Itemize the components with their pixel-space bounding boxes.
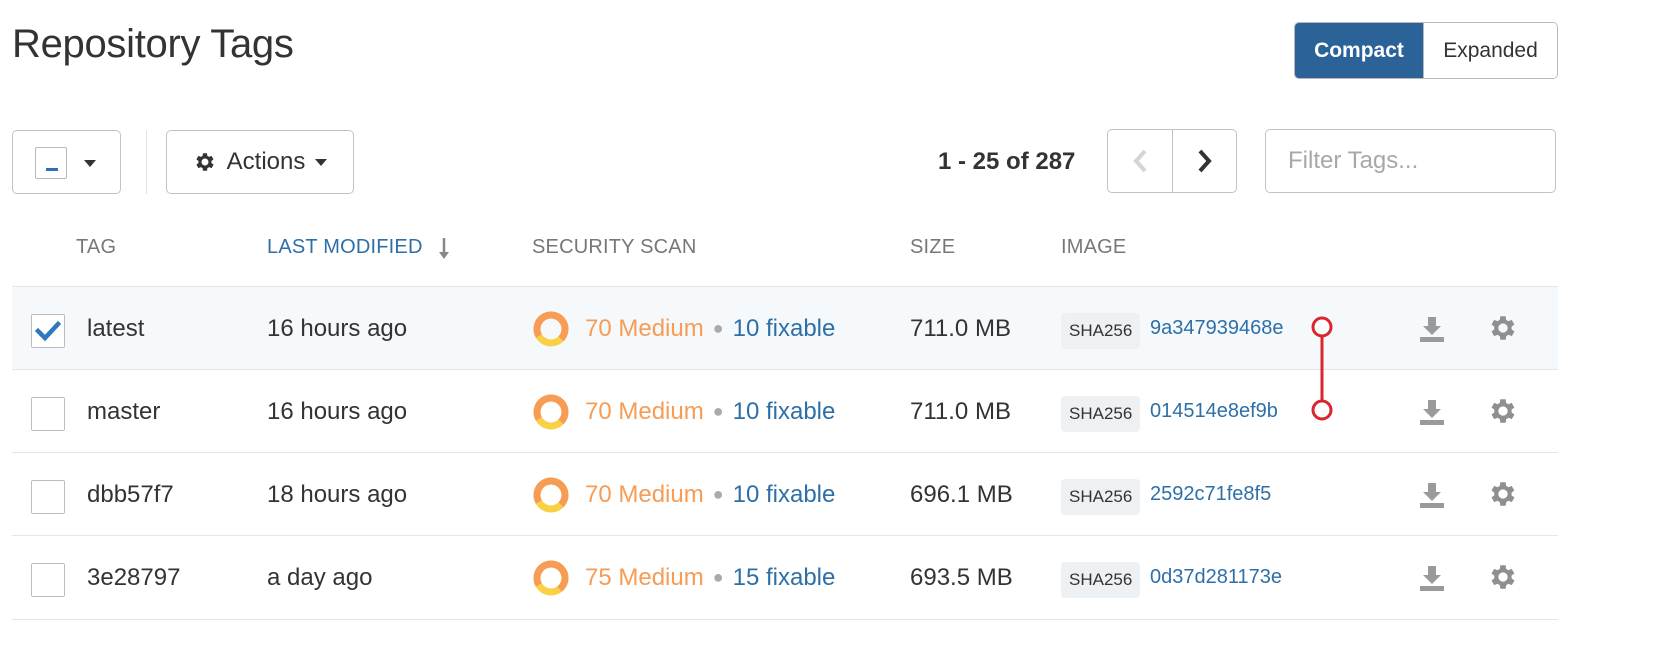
actions-label: Actions	[226, 148, 306, 175]
gear-icon[interactable]	[1487, 561, 1519, 593]
gear-icon[interactable]	[1487, 395, 1519, 427]
security-scan-summary: 70 Medium ● 10 fixable	[531, 453, 835, 536]
separator-dot: ●	[712, 567, 724, 587]
toolbar-divider	[146, 130, 147, 194]
download-icon[interactable]	[1419, 315, 1445, 343]
fixable-link[interactable]: 10 fixable	[733, 398, 836, 426]
arrow-down-icon[interactable]	[437, 236, 451, 262]
donut-chart-icon	[533, 477, 569, 512]
digest-type-badge: SHA256	[1061, 396, 1141, 432]
separator-dot: ●	[712, 484, 724, 504]
image-digest-link[interactable]: 0d37d281173e	[1150, 536, 1282, 619]
image-size: 711.0 MB	[910, 397, 1011, 425]
image-digest-link[interactable]: 2592c71fe8f5	[1150, 453, 1271, 536]
severity-text[interactable]: 75 Medium	[585, 564, 704, 592]
tag-name[interactable]: 3e28797	[87, 536, 180, 619]
severity-text[interactable]: 70 Medium	[585, 481, 704, 509]
severity-text[interactable]: 70 Medium	[585, 398, 704, 426]
last-modified: 16 hours ago	[267, 314, 408, 342]
page-title: Repository Tags	[12, 22, 294, 66]
previous-page-button[interactable]	[1108, 130, 1172, 192]
download-icon[interactable]	[1419, 398, 1445, 426]
select-all-checkbox[interactable]	[35, 147, 67, 179]
column-header-last-modified[interactable]: LAST MODIFIED	[267, 236, 423, 259]
last-modified: a day ago	[267, 563, 373, 591]
view-mode-toggle: Compact Expanded	[1294, 22, 1558, 79]
tag-name[interactable]: dbb57f7	[87, 453, 174, 536]
fixable-link[interactable]: 15 fixable	[733, 564, 836, 592]
row-checkbox[interactable]	[31, 563, 65, 597]
checkmark-icon	[35, 320, 61, 342]
security-scan-summary: 70 Medium ● 10 fixable	[531, 370, 835, 453]
row-checkbox[interactable]	[31, 314, 65, 348]
row-checkbox[interactable]	[31, 397, 65, 431]
gear-icon	[196, 153, 214, 171]
security-scan-summary: 75 Medium ● 15 fixable	[531, 536, 835, 619]
chevron-right-icon	[1198, 149, 1212, 173]
digest-type-badge: SHA256	[1061, 313, 1141, 349]
expanded-view-button[interactable]: Expanded	[1423, 23, 1557, 78]
last-modified: 18 hours ago	[267, 480, 408, 508]
tag-name[interactable]: latest	[87, 287, 144, 370]
actions-button[interactable]: Actions	[166, 130, 354, 194]
table-bottom-border	[12, 619, 1558, 620]
donut-chart-icon	[533, 560, 569, 595]
fixable-link[interactable]: 10 fixable	[733, 481, 836, 509]
compact-view-button[interactable]: Compact	[1295, 23, 1423, 78]
gear-icon[interactable]	[1487, 312, 1519, 344]
caret-down-icon	[84, 160, 96, 167]
image-size: 711.0 MB	[910, 314, 1011, 342]
next-page-button[interactable]	[1172, 130, 1236, 192]
image-digest-link[interactable]: 014514e8ef9b	[1150, 370, 1278, 453]
digest-type-badge: SHA256	[1061, 479, 1141, 515]
row-checkbox[interactable]	[31, 480, 65, 514]
donut-chart-icon	[533, 394, 569, 429]
caret-down-icon	[315, 158, 328, 166]
indeterminate-icon	[46, 168, 58, 171]
column-header-tag[interactable]: TAG	[76, 236, 116, 259]
separator-dot: ●	[712, 318, 724, 338]
image-size: 696.1 MB	[910, 480, 1013, 508]
table-row[interactable]: dbb57f7 18 hours ago 70 Medium ● 10 fixa…	[12, 452, 1558, 535]
pagination-controls	[1107, 129, 1237, 193]
column-header-size[interactable]: SIZE	[910, 236, 955, 259]
security-scan-summary: 70 Medium ● 10 fixable	[531, 287, 835, 370]
filter-tags-input[interactable]	[1265, 129, 1556, 193]
last-modified: 16 hours ago	[267, 397, 408, 425]
column-header-image[interactable]: IMAGE	[1061, 236, 1126, 259]
digest-type-badge: SHA256	[1061, 562, 1141, 598]
download-icon[interactable]	[1419, 564, 1445, 592]
chevron-left-icon	[1133, 149, 1147, 173]
pagination-info: 1 - 25 of 287	[938, 148, 1076, 175]
tag-name[interactable]: master	[87, 370, 160, 453]
table-row[interactable]: 3e28797 a day ago 75 Medium ● 15 fixable…	[12, 535, 1558, 618]
download-icon[interactable]	[1419, 481, 1445, 509]
gear-icon[interactable]	[1487, 478, 1519, 510]
image-digest-link[interactable]: 9a347939468e	[1150, 287, 1283, 370]
fixable-link[interactable]: 10 fixable	[733, 315, 836, 343]
separator-dot: ●	[712, 401, 724, 421]
column-header-security-scan[interactable]: SECURITY SCAN	[532, 236, 697, 259]
severity-text[interactable]: 70 Medium	[585, 315, 704, 343]
same-image-connector-icon[interactable]	[1300, 314, 1344, 424]
donut-chart-icon	[533, 311, 569, 346]
image-size: 693.5 MB	[910, 563, 1013, 591]
bulk-select-dropdown[interactable]	[12, 130, 121, 194]
